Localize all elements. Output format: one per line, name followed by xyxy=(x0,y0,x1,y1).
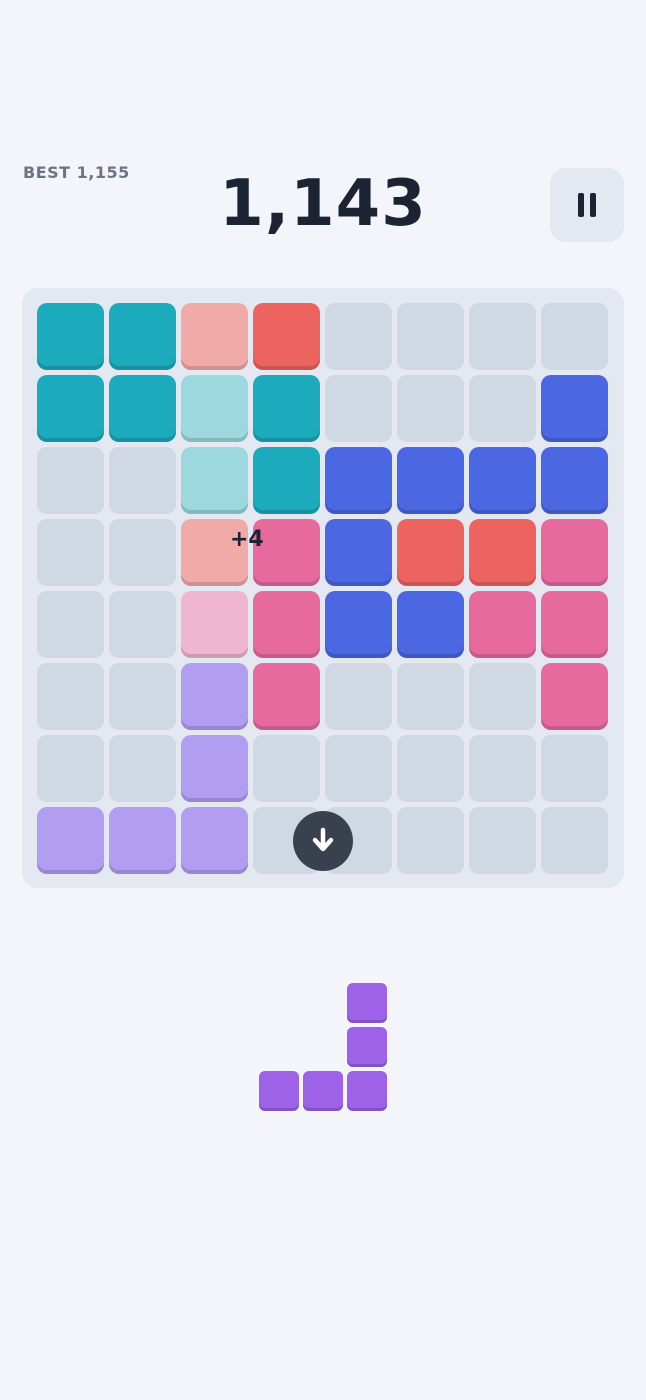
empty-cell xyxy=(109,735,176,802)
block-cell xyxy=(541,447,608,514)
empty-cell xyxy=(37,735,104,802)
arrow-down-icon xyxy=(312,827,334,852)
block-cell xyxy=(181,591,248,658)
empty-cell xyxy=(325,663,392,730)
empty-cell xyxy=(541,807,608,874)
empty-cell xyxy=(397,663,464,730)
empty-cell xyxy=(109,663,176,730)
empty-cell xyxy=(109,447,176,514)
next-piece[interactable] xyxy=(259,983,389,1113)
drop-button[interactable] xyxy=(293,811,353,871)
empty-cell xyxy=(109,519,176,586)
block-cell xyxy=(541,519,608,586)
empty-cell xyxy=(397,303,464,370)
empty-cell xyxy=(325,735,392,802)
block-cell xyxy=(397,519,464,586)
score-popup: +4 xyxy=(230,527,264,552)
block-cell xyxy=(469,519,536,586)
empty-cell xyxy=(397,375,464,442)
empty-cell xyxy=(469,663,536,730)
piece-block xyxy=(347,1071,387,1111)
block-cell xyxy=(181,447,248,514)
block-cell xyxy=(541,591,608,658)
block-cell xyxy=(109,807,176,874)
empty-cell xyxy=(541,735,608,802)
block-cell xyxy=(181,303,248,370)
block-cell xyxy=(397,447,464,514)
block-cell xyxy=(37,303,104,370)
empty-cell xyxy=(469,807,536,874)
block-cell xyxy=(37,807,104,874)
block-cell xyxy=(469,447,536,514)
pause-icon xyxy=(578,193,596,217)
empty-cell xyxy=(37,447,104,514)
block-cell xyxy=(253,303,320,370)
block-cell xyxy=(469,591,536,658)
empty-cell xyxy=(253,735,320,802)
block-cell xyxy=(253,447,320,514)
block-cell xyxy=(253,591,320,658)
block-cell xyxy=(37,375,104,442)
empty-cell xyxy=(325,303,392,370)
empty-cell xyxy=(469,735,536,802)
block-cell xyxy=(181,807,248,874)
block-cell xyxy=(253,663,320,730)
block-cell xyxy=(325,519,392,586)
empty-cell xyxy=(37,519,104,586)
empty-cell xyxy=(109,591,176,658)
piece-block xyxy=(347,1027,387,1067)
pause-button[interactable] xyxy=(550,168,624,242)
piece-block xyxy=(347,983,387,1023)
block-cell xyxy=(181,735,248,802)
block-cell xyxy=(541,663,608,730)
empty-cell xyxy=(397,735,464,802)
piece-block xyxy=(303,1071,343,1111)
game-board xyxy=(22,288,624,888)
empty-cell xyxy=(397,807,464,874)
piece-block xyxy=(259,1071,299,1111)
block-cell xyxy=(109,375,176,442)
empty-cell xyxy=(469,303,536,370)
block-cell xyxy=(109,303,176,370)
block-cell xyxy=(397,591,464,658)
block-cell xyxy=(181,663,248,730)
empty-cell xyxy=(37,591,104,658)
block-cell xyxy=(325,447,392,514)
empty-cell xyxy=(325,375,392,442)
block-cell xyxy=(325,591,392,658)
block-cell xyxy=(181,375,248,442)
empty-cell xyxy=(37,663,104,730)
empty-cell xyxy=(469,375,536,442)
block-cell xyxy=(253,375,320,442)
empty-cell xyxy=(541,303,608,370)
block-cell xyxy=(541,375,608,442)
